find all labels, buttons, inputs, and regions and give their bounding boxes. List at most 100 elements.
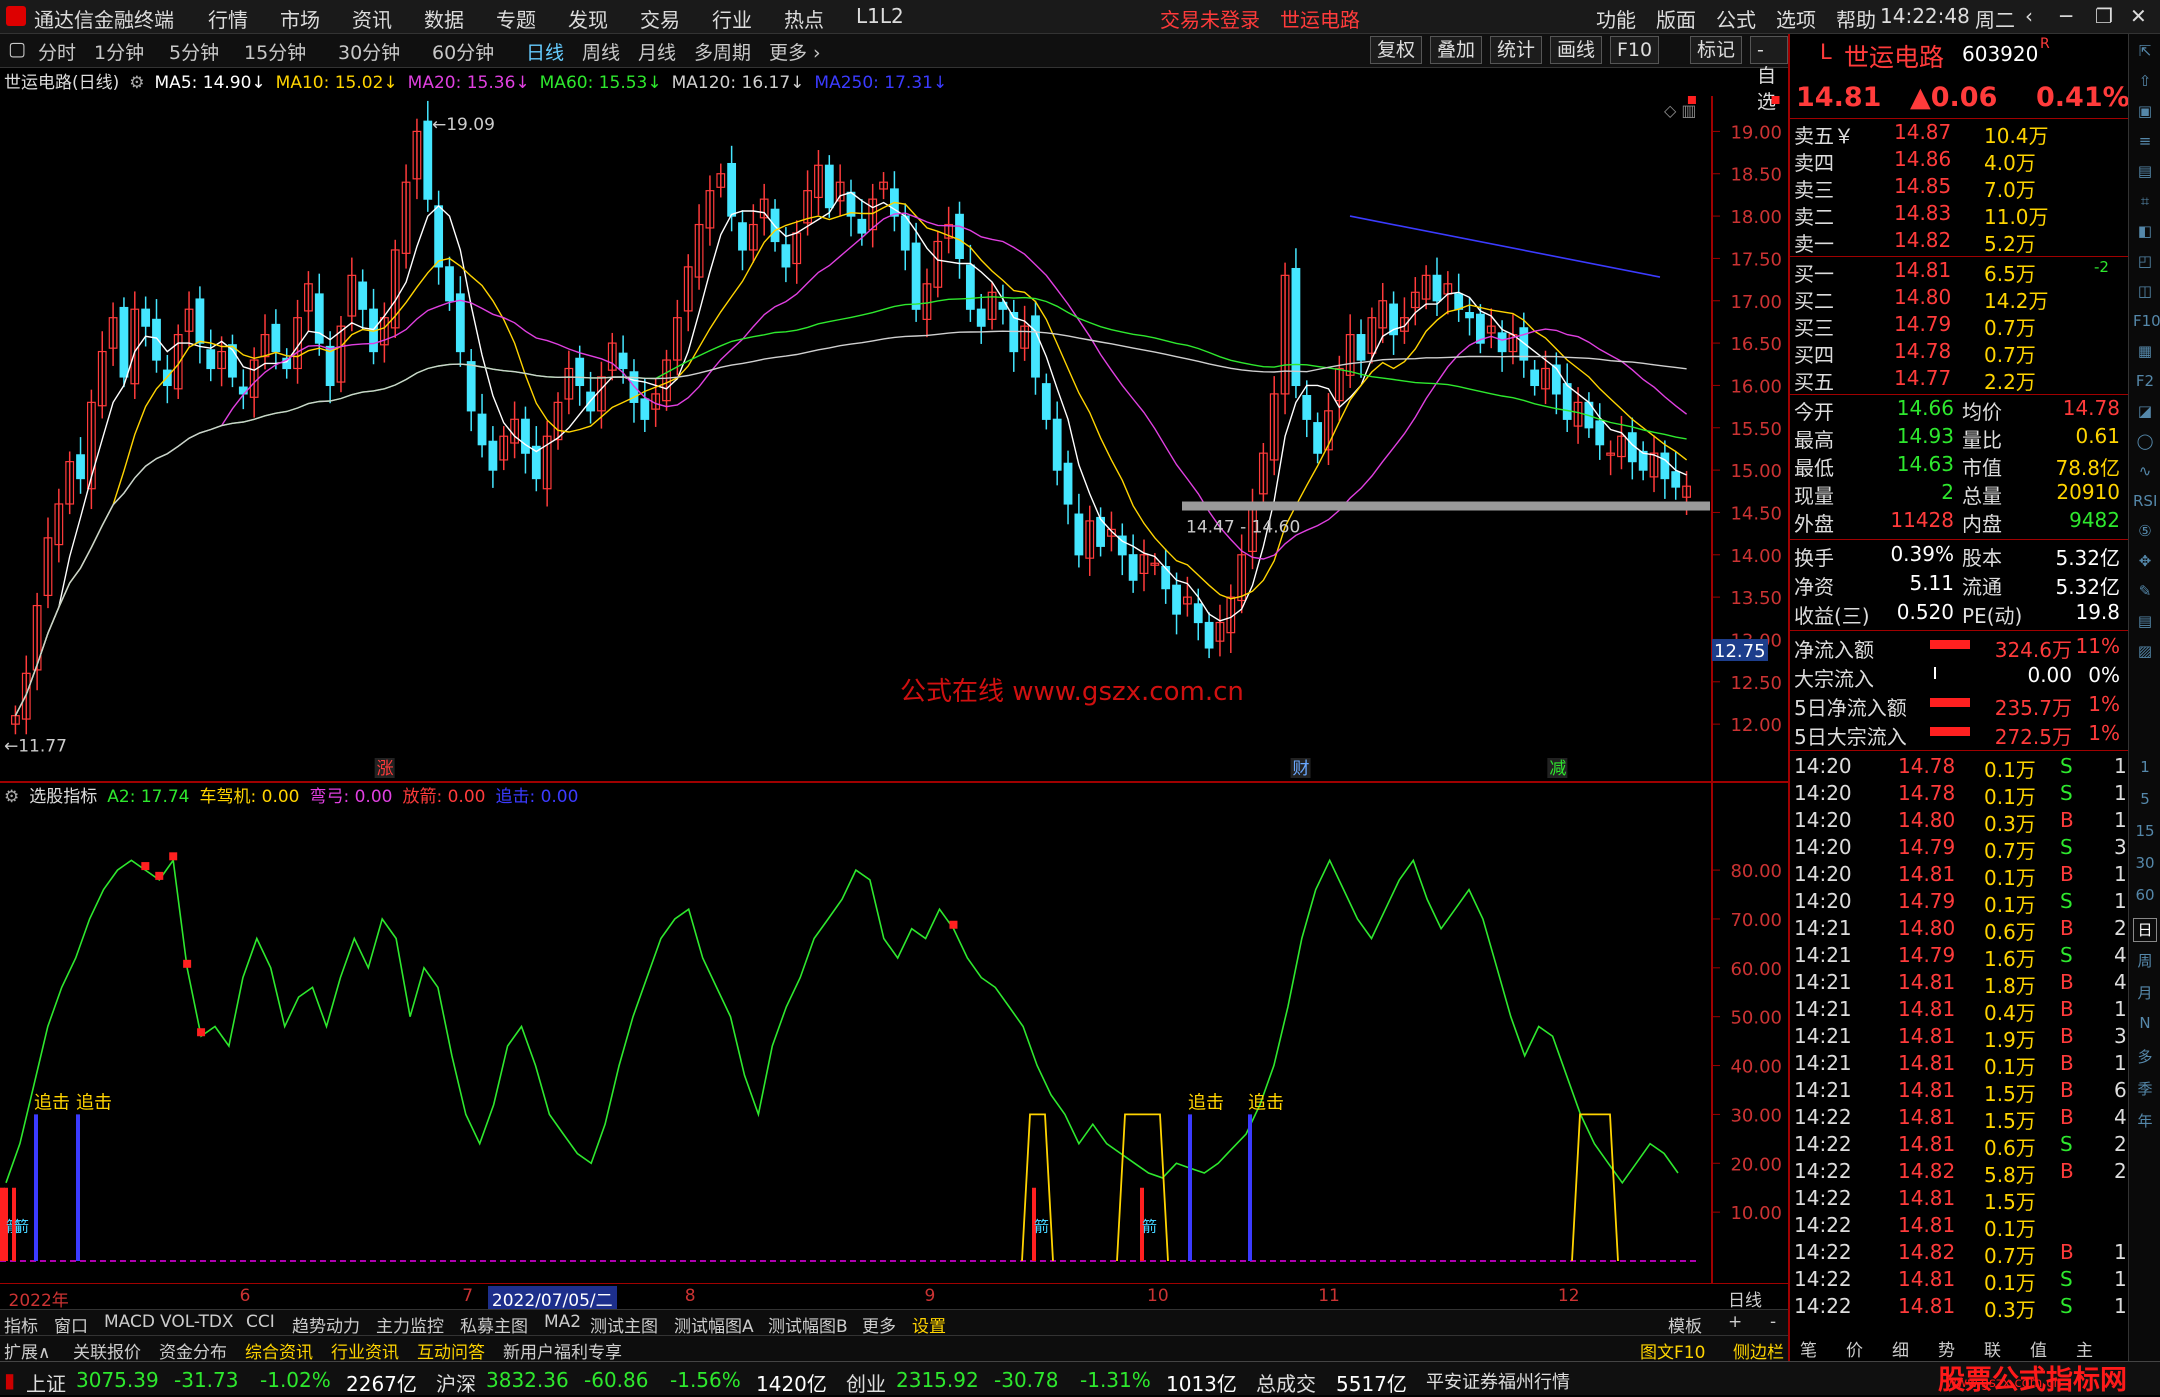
period-9[interactable]: 多周期 [694, 38, 751, 65]
indicator-tab-0[interactable]: 指标 [4, 1312, 38, 1337]
menu-9[interactable]: L1L2 [856, 4, 904, 28]
side-tool-icon-5[interactable]: ⌗ [2133, 192, 2157, 216]
side-tool-icon-14[interactable]: ∿ [2133, 462, 2157, 486]
side-period-8[interactable]: N [2133, 1014, 2157, 1038]
toolbar-btn-2[interactable]: 统计 [1490, 36, 1543, 64]
toolbar-btn-4[interactable]: F10 [1610, 36, 1660, 64]
side-tool-icon-3[interactable]: ≡ [2133, 132, 2157, 156]
panel-tab-6[interactable]: 主 [2076, 1336, 2093, 1361]
trade-login-status[interactable]: 交易未登录 [1160, 4, 1260, 33]
ext-tab-2[interactable]: 资金分布 [159, 1338, 227, 1363]
panel-tab-4[interactable]: 联 [1984, 1336, 2001, 1361]
indicator-tab-12[interactable]: 更多 [862, 1312, 896, 1337]
side-tool-icon-16[interactable]: ⑤ [2133, 522, 2157, 546]
side-period-1[interactable]: 5 [2133, 790, 2157, 814]
side-tool-icon-2[interactable]: ▣ [2133, 102, 2157, 126]
right-menu-3[interactable]: 选项 [1776, 4, 1816, 33]
toolbar-btn-0[interactable]: 复权 [1370, 36, 1423, 64]
ext-tab-1[interactable]: 关联报价 [73, 1338, 141, 1363]
indicator-tab-10[interactable]: 测试幅图A [674, 1312, 754, 1337]
side-period-9[interactable]: 多 [2133, 1046, 2157, 1070]
restore-icon[interactable]: ❐ [2095, 4, 2113, 28]
side-period-7[interactable]: 月 [2133, 982, 2157, 1006]
period-2[interactable]: 5分钟 [169, 38, 219, 65]
period-6[interactable]: 日线 [526, 38, 564, 65]
side-period-5[interactable]: 日 [2133, 918, 2157, 942]
indicator-tab-7[interactable]: 私募主图 [460, 1312, 528, 1337]
toolbar-btn-5[interactable]: 标记 [1690, 36, 1743, 64]
chart-square-icon[interactable]: ▢ [8, 38, 26, 60]
side-tool-icon-19[interactable]: ▤ [2133, 612, 2157, 636]
status-square-icon[interactable]: ▮ [4, 1368, 15, 1392]
toolbar-btn-1[interactable]: 叠加 [1430, 36, 1483, 64]
right-menu-1[interactable]: 版面 [1656, 4, 1696, 33]
right-menu-4[interactable]: 帮助 [1836, 4, 1876, 33]
side-tool-icon-18[interactable]: ✎ [2133, 582, 2157, 606]
back-arrow-icon[interactable]: ‹ [2025, 4, 2033, 28]
side-tool-icon-10[interactable]: ▦ [2133, 342, 2157, 366]
side-period-3[interactable]: 30 [2133, 854, 2157, 878]
ext-tab-right-0[interactable]: 图文F10 [1640, 1338, 1705, 1363]
ext-tab-0[interactable]: 扩展∧ [4, 1338, 50, 1363]
side-tool-icon-7[interactable]: ◰ [2133, 252, 2157, 276]
menu-7[interactable]: 行业 [712, 4, 752, 33]
period-10[interactable]: 更多 › [769, 38, 821, 65]
period-5[interactable]: 60分钟 [432, 38, 494, 65]
side-tool-icon-15[interactable]: RSI [2133, 492, 2157, 516]
tab-right-0[interactable]: 模板 [1668, 1312, 1702, 1337]
side-tool-icon-0[interactable]: ⇱ [2133, 42, 2157, 66]
right-menu-0[interactable]: 功能 [1596, 4, 1636, 33]
right-menu-2[interactable]: 公式 [1716, 4, 1756, 33]
period-1[interactable]: 1分钟 [94, 38, 144, 65]
side-tool-icon-12[interactable]: ◪ [2133, 402, 2157, 426]
side-period-11[interactable]: 年 [2133, 1110, 2157, 1134]
side-tool-icon-13[interactable]: ◯ [2133, 432, 2157, 456]
close-icon[interactable]: ✕ [2130, 4, 2147, 28]
period-7[interactable]: 周线 [582, 38, 620, 65]
indicator-tab-1[interactable]: 窗口 [54, 1312, 88, 1337]
side-period-2[interactable]: 15 [2133, 822, 2157, 846]
panel-tab-1[interactable]: 价 [1846, 1336, 1863, 1361]
side-tool-icon-1[interactable]: ⇧ [2133, 72, 2157, 96]
side-tool-icon-17[interactable]: ✥ [2133, 552, 2157, 576]
settings-gear-icon[interactable]: ⚙ [129, 73, 144, 93]
menu-5[interactable]: 发现 [568, 4, 608, 33]
indicator-tab-2[interactable]: MACD [104, 1312, 155, 1332]
indicator-tab-3[interactable]: VOL-TDX [160, 1312, 234, 1332]
side-tool-icon-4[interactable]: ▤ [2133, 162, 2157, 186]
indicator-tab-5[interactable]: 趋势动力 [292, 1312, 360, 1337]
indicator-tab-6[interactable]: 主力监控 [376, 1312, 444, 1337]
ext-tab-4[interactable]: 行业资讯 [331, 1338, 399, 1363]
side-tool-icon-11[interactable]: F2 [2133, 372, 2157, 396]
menu-0[interactable]: 行情 [208, 4, 248, 33]
side-tool-icon-9[interactable]: F10 [2133, 312, 2160, 336]
menu-8[interactable]: 热点 [784, 4, 824, 33]
menu-6[interactable]: 交易 [640, 4, 680, 33]
panel-tab-5[interactable]: 值 [2030, 1336, 2047, 1361]
kline-chart[interactable]: 12.0012.5013.0013.5014.0014.5015.0015.50… [0, 96, 1788, 1283]
side-tool-icon-20[interactable]: ▨ [2133, 642, 2157, 666]
indicator-tab-11[interactable]: 测试幅图B [768, 1312, 848, 1337]
period-4[interactable]: 30分钟 [338, 38, 400, 65]
indicator-tab-9[interactable]: 测试主图 [590, 1312, 658, 1337]
tab-right-1[interactable]: + [1728, 1312, 1742, 1332]
side-period-4[interactable]: 60 [2133, 886, 2157, 910]
side-period-6[interactable]: 周 [2133, 950, 2157, 974]
ext-tab-6[interactable]: 新用户福利专享 [503, 1338, 622, 1363]
panel-tab-0[interactable]: 笔 [1800, 1336, 1817, 1361]
side-period-0[interactable]: 1 [2133, 758, 2157, 782]
ext-tab-3[interactable]: 综合资讯 [245, 1338, 313, 1363]
indicator-tab-13[interactable]: 设置 [912, 1312, 946, 1337]
period-0[interactable]: 分时 [38, 38, 76, 65]
toolbar-btn-3[interactable]: 画线 [1550, 36, 1603, 64]
toolbar-btn-6[interactable]: -自选 [1750, 36, 1788, 113]
period-3[interactable]: 15分钟 [244, 38, 306, 65]
menu-1[interactable]: 市场 [280, 4, 320, 33]
indicator-gear-icon[interactable]: ⚙ [4, 787, 19, 807]
ext-tab-5[interactable]: 互动问答 [417, 1338, 485, 1363]
panel-tab-3[interactable]: 势 [1938, 1336, 1955, 1361]
panel-tab-2[interactable]: 细 [1892, 1336, 1909, 1361]
minimize-icon[interactable]: ─ [2060, 4, 2072, 28]
tab-right-2[interactable]: - [1770, 1312, 1776, 1332]
side-tool-icon-8[interactable]: ◫ [2133, 282, 2157, 306]
